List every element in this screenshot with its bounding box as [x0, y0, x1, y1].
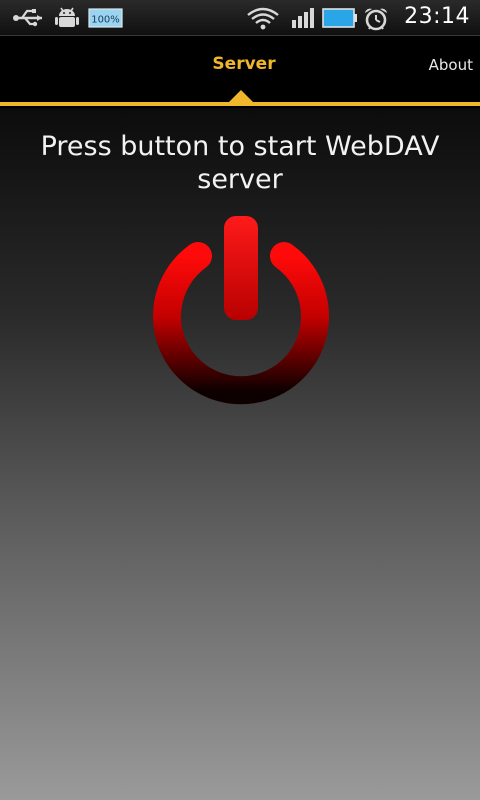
- screen: 100% 23:14 Server About Press button to …: [0, 0, 480, 800]
- tab-about[interactable]: About: [429, 56, 473, 74]
- tab-bar: Server About: [0, 36, 480, 108]
- status-bar: 100% 23:14: [0, 0, 480, 36]
- wifi-icon: [246, 6, 280, 30]
- battery-icon: [322, 6, 358, 30]
- usb-icon: [12, 6, 46, 30]
- signal-icon: [290, 6, 318, 30]
- start-server-prompt: Press button to start WebDAV server: [40, 131, 440, 195]
- alarm-icon: [362, 6, 390, 31]
- battery-percent-text: 100%: [91, 15, 120, 26]
- android-debug-icon: [54, 6, 80, 30]
- power-button[interactable]: [146, 212, 336, 412]
- status-time: 23:14: [404, 4, 470, 29]
- server-panel: Press button to start WebDAV server: [0, 108, 480, 800]
- battery-percent-icon: 100%: [88, 6, 124, 30]
- tab-underline: [0, 102, 480, 106]
- power-icon: [153, 216, 329, 405]
- tab-server[interactable]: Server: [196, 54, 292, 74]
